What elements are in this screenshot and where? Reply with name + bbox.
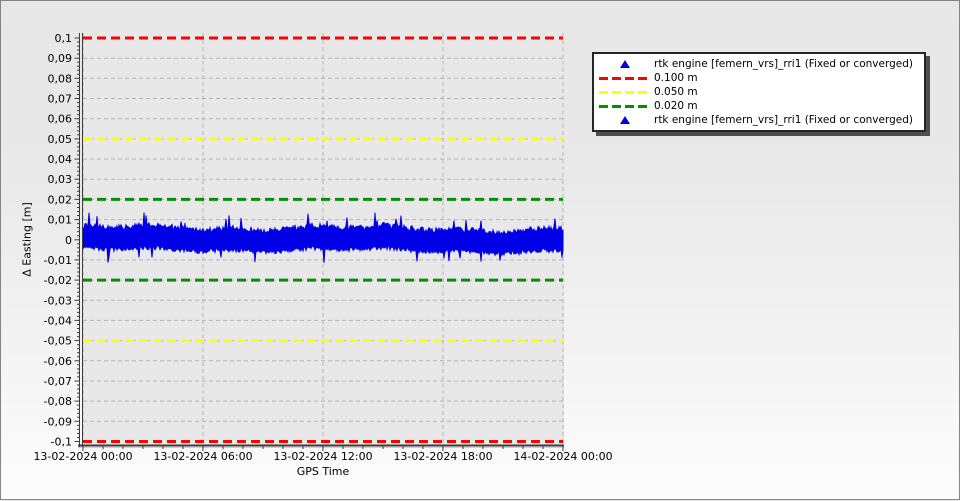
y-tick-label: 0,08 <box>48 72 73 85</box>
dashed-line-marker-icon <box>596 90 654 94</box>
x-tick-label: 13-02-2024 06:00 <box>153 450 252 463</box>
y-tick-label: -0,1 <box>51 436 72 449</box>
y-tick-label: 0,09 <box>48 52 73 65</box>
y-tick-label: -0,01 <box>44 254 72 267</box>
legend-item-label: 0.050 m <box>654 86 698 98</box>
y-tick-label: -0,03 <box>44 294 72 307</box>
y-tick-label: 0,02 <box>48 193 73 206</box>
legend-item: rtk engine [femern_vrs]_rri1 (Fixed or c… <box>596 113 922 127</box>
legend-item-label: rtk engine [femern_vrs]_rri1 (Fixed or c… <box>654 58 913 70</box>
dashed-line-marker-icon <box>596 104 654 108</box>
y-tick-label: 0,06 <box>48 113 73 126</box>
triangle-icon <box>620 60 630 68</box>
y-tick-label: 0,05 <box>48 133 73 146</box>
legend-item-label: 0.100 m <box>654 72 698 84</box>
y-tick-label: -0,08 <box>44 395 72 408</box>
y-tick-label: -0,09 <box>44 415 72 428</box>
x-axis-title: GPS Time <box>296 465 350 478</box>
y-tick-label: -0,02 <box>44 274 72 287</box>
y-tick-label: -0,06 <box>44 355 72 368</box>
y-tick-label: -0,04 <box>44 314 72 327</box>
y-tick-label: -0,07 <box>44 375 72 388</box>
dash-icon <box>599 76 651 80</box>
x-tick-label: 13-02-2024 00:00 <box>33 450 132 463</box>
y-tick-label: 0,07 <box>48 93 73 106</box>
y-tick-label: 0,1 <box>55 32 73 45</box>
y-tick-label: 0,04 <box>48 153 73 166</box>
x-tick-label: 14-02-2024 00:00 <box>513 450 612 463</box>
x-tick-label: 13-02-2024 18:00 <box>393 450 492 463</box>
legend-item: 0.050 m <box>596 85 922 99</box>
legend: rtk engine [femern_vrs]_rri1 (Fixed or c… <box>592 52 926 132</box>
legend-item: 0.020 m <box>596 99 922 113</box>
legend-item: rtk engine [femern_vrs]_rri1 (Fixed or c… <box>596 57 922 71</box>
triangle-marker-icon <box>596 116 654 124</box>
x-tick-label: 13-02-2024 12:00 <box>273 450 372 463</box>
dashed-line-marker-icon <box>596 76 654 80</box>
y-axis-title: Δ Easting [m] <box>20 202 34 277</box>
y-tick-label: 0,01 <box>48 214 73 227</box>
triangle-marker-icon <box>596 60 654 68</box>
dash-icon <box>599 90 651 94</box>
y-tick-label: -0,05 <box>44 335 72 348</box>
dash-icon <box>599 104 651 108</box>
y-tick-label: 0 <box>65 234 72 247</box>
chart-window: { "chart_data": { "type": "scatter", "ti… <box>0 0 960 500</box>
legend-item-label: 0.020 m <box>654 100 698 112</box>
y-tick-label: 0,03 <box>48 173 73 186</box>
triangle-icon <box>620 116 630 124</box>
legend-item-label: rtk engine [femern_vrs]_rri1 (Fixed or c… <box>654 114 913 126</box>
legend-item: 0.100 m <box>596 71 922 85</box>
